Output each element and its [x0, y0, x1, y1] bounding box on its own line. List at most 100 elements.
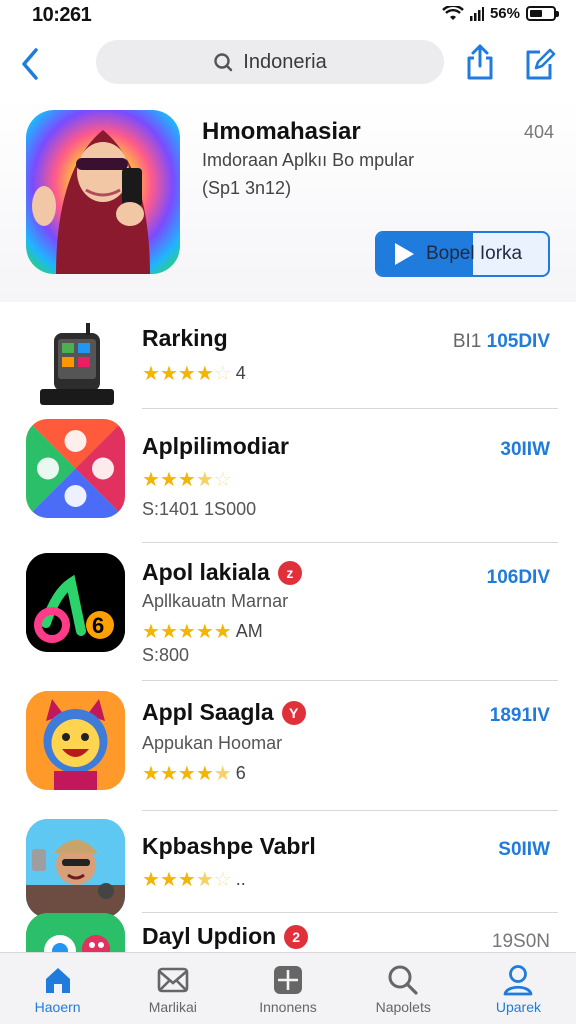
status-bar: 10:261 56% — [0, 0, 576, 30]
app-price[interactable]: 19S0N — [492, 931, 550, 953]
tab-home[interactable]: Haoern — [0, 953, 115, 1024]
star-icon: ★ — [195, 469, 214, 491]
rating-extra: 4 — [235, 363, 246, 383]
svg-text:6: 6 — [92, 613, 104, 638]
mail-icon — [157, 967, 189, 992]
app-icon-phone — [26, 313, 125, 412]
star-icon: ★ — [159, 469, 178, 491]
app-rating: ★ ★ ★ ★ ★ AM — [142, 619, 263, 644]
app-price[interactable]: S0IIW — [498, 839, 550, 861]
search-field[interactable]: Indoneria — [96, 40, 444, 84]
person-icon — [504, 964, 533, 995]
rating-extra: 6 — [235, 763, 246, 783]
play-icon — [395, 243, 414, 265]
app-badge: Y — [281, 700, 306, 725]
app-rating: ★ ★ ★ ★ ☆.. — [142, 867, 246, 892]
tab-label: Haoern — [34, 998, 81, 1015]
search-text: Indoneria — [243, 50, 327, 73]
tab-search[interactable]: Napolets — [346, 953, 461, 1024]
star-icon: ★ — [177, 469, 196, 491]
app-meta: S:800 — [142, 645, 190, 665]
row-divider — [142, 810, 558, 811]
list-item[interactable]: Rarking ★ ★ ★ ★ ☆ 4 BI1 105DIV — [0, 305, 576, 412]
share-icon[interactable] — [463, 42, 497, 82]
battery-percent: 56% — [489, 5, 520, 22]
list-item[interactable]: Dayl Updion 2 19S0N — [0, 913, 576, 953]
featured-app-artwork[interactable] — [26, 110, 180, 274]
star-icon: ★ — [195, 869, 214, 891]
list-item[interactable]: Aplpilimodiar ★ ★ ★ ★ ☆ S:1401 1S000 30IIW — [0, 413, 576, 543]
app-title: Kpbashpe Vabrl — [142, 833, 316, 859]
app-title: Rarking — [142, 325, 228, 351]
star-icon: ★ — [177, 763, 196, 785]
star-icon: ☆ — [213, 869, 232, 891]
featured-count: 404 — [523, 122, 554, 142]
signal-icon — [469, 6, 484, 21]
featured-play-button[interactable]: Bopel Iorka — [375, 231, 550, 277]
app-price[interactable]: 106DIV — [487, 567, 550, 589]
star-icon: ★ — [159, 869, 178, 891]
star-icon: ★ — [142, 763, 160, 785]
tab-label: Uparek — [495, 998, 541, 1015]
star-icon: ★ — [177, 869, 196, 891]
app-price[interactable]: 30IIW — [500, 439, 550, 461]
star-icon: ★ — [213, 763, 232, 785]
app-badge: 2 — [284, 924, 309, 949]
star-icon: ★ — [142, 469, 160, 491]
star-icon: ★ — [195, 363, 214, 385]
star-icon: ★ — [213, 621, 232, 643]
tab-mail[interactable]: Marlikai — [115, 953, 230, 1024]
app-price[interactable]: BI1 105DIV — [453, 331, 550, 353]
app-badge: z — [277, 560, 302, 585]
tab-label: Marlikai — [148, 998, 197, 1015]
featured-subtitle: Imdoraan Aplkıı Bo mpular — [202, 150, 415, 170]
edit-icon[interactable] — [522, 42, 556, 82]
app-title: Apol lakiala z — [142, 559, 302, 586]
row-divider — [142, 408, 558, 409]
status-indicators: 56% — [442, 5, 559, 22]
battery-icon — [526, 6, 559, 21]
featured-meta: (Sp1 3n12) — [202, 178, 292, 198]
star-icon: ★ — [159, 621, 178, 643]
app-title: Dayl Updion 2 — [142, 923, 309, 950]
list-item[interactable]: 6 Apol lakiala z Apllkauatn Marnar ★ ★ ★ ★ ★… — [0, 547, 576, 681]
tab-profile[interactable]: Uparek — [461, 953, 576, 1024]
star-icon: ★ — [159, 763, 178, 785]
app-price[interactable]: 1891IV — [490, 705, 550, 727]
back-chevron-icon[interactable] — [16, 42, 46, 86]
app-title: Appl Saagla Y — [142, 699, 306, 726]
row-divider — [142, 680, 558, 681]
app-icon-mascot — [26, 691, 125, 790]
app-title: Aplpilimodiar — [142, 433, 289, 459]
tab-grid[interactable]: Innonens — [230, 953, 345, 1024]
nav-bar: Indoneria — [0, 38, 576, 88]
star-icon: ★ — [177, 621, 196, 643]
rating-extra: AM — [235, 621, 263, 641]
app-meta: S:1401 1S000 — [142, 499, 257, 519]
app-rating: ★ ★ ★ ★ ☆ 4 — [142, 361, 246, 386]
featured-banner[interactable]: Hmomahasiar Imdoraan Aplkıı Bo mpular (S… — [0, 98, 576, 302]
list-item[interactable]: Appl Saagla Y Appukan Hoomar ★ ★ ★ ★ ★ 6 1891… — [0, 685, 576, 811]
wifi-icon — [442, 5, 464, 20]
app-icon-colorwheel — [26, 419, 125, 518]
search-icon — [214, 53, 233, 72]
app-subtitle: Appukan Hoomar — [142, 733, 283, 753]
star-icon: ★ — [159, 363, 178, 385]
app-subtitle: Apllkauatn Marnar — [142, 591, 289, 611]
star-icon: ★ — [195, 763, 214, 785]
star-icon: ★ — [142, 363, 160, 385]
rating-extra: .. — [235, 869, 246, 889]
list-item[interactable]: Kpbashpe Vabrl ★ ★ ★ ★ ☆.. S0IIW — [0, 815, 576, 918]
star-icon: ★ — [142, 869, 160, 891]
home-icon — [45, 967, 70, 993]
star-icon: ★ — [177, 363, 196, 385]
tab-label: Napolets — [375, 998, 431, 1015]
app-icon-avatar — [26, 819, 125, 918]
row-divider — [142, 542, 558, 543]
tab-bar: Haoern Marlikai Innonens Napolets Uparek — [0, 952, 576, 1024]
star-icon: ★ — [195, 621, 214, 643]
star-icon: ★ — [142, 621, 160, 643]
star-icon: ☆ — [213, 363, 232, 385]
featured-title: Hmomahasiar — [202, 118, 361, 145]
status-time: 10:261 — [32, 4, 92, 26]
